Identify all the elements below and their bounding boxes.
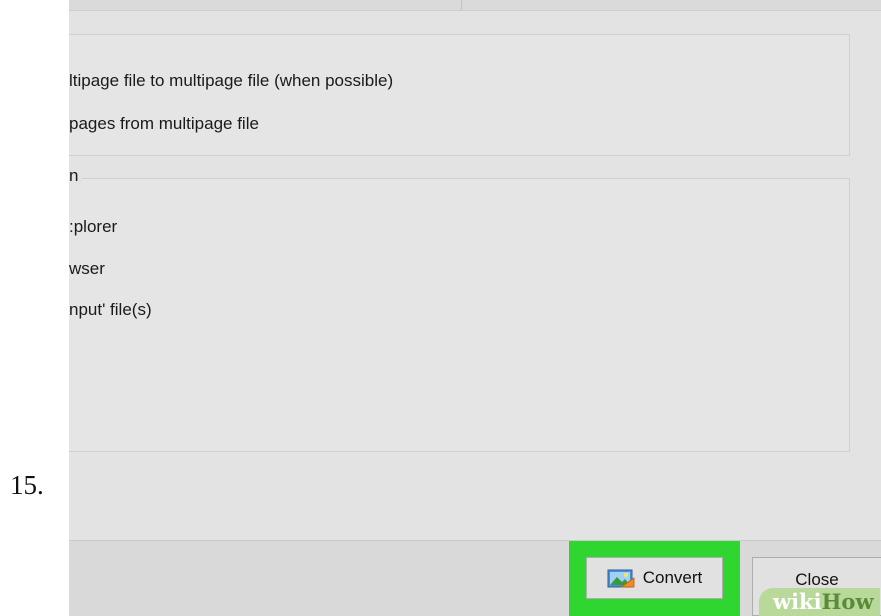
option-open-browser[interactable]: wser	[69, 259, 105, 279]
convert-label: Convert	[642, 568, 703, 587]
multipage-groupbox	[69, 34, 850, 156]
after-conversion-groupbox	[69, 178, 850, 452]
top-divider	[461, 0, 462, 10]
watermark-part1: wiki	[773, 589, 822, 614]
top-strip	[69, 0, 881, 11]
convert-button[interactable]: Convert	[586, 557, 723, 599]
watermark-part2: How	[821, 589, 874, 614]
conversion-options-dialog: ltipage file to multipage file (when pos…	[69, 0, 881, 616]
option-open-explorer[interactable]: :plorer	[69, 217, 117, 237]
close-label: Close	[795, 570, 839, 589]
step-number: 15.	[10, 470, 44, 500]
option-multipage-to-multipage[interactable]: ltipage file to multipage file (when pos…	[69, 71, 393, 91]
after-conversion-title: n	[69, 167, 83, 185]
option-extract-pages[interactable]: pages from multipage file	[69, 114, 259, 134]
image-convert-icon	[607, 567, 635, 589]
wikihow-watermark: wikiHow	[759, 588, 880, 616]
option-delete-input-files[interactable]: nput' file(s)	[69, 300, 152, 320]
